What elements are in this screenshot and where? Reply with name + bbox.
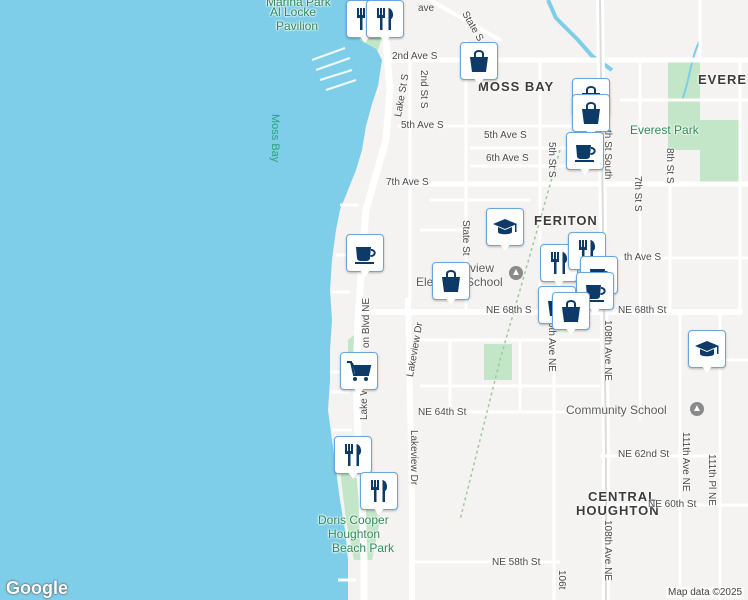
park-label: Houghton xyxy=(328,527,381,541)
street-label: Lakeview Dr xyxy=(408,430,419,486)
map-pin[interactable] xyxy=(566,132,604,178)
street-label: State St xyxy=(460,220,471,256)
street-label: 5th Ave S xyxy=(484,130,527,141)
map-attribution[interactable]: Map data ©2025 xyxy=(666,587,745,598)
restaurant-icon xyxy=(334,436,372,474)
restaurant-icon xyxy=(366,0,404,38)
area-label: EVERES xyxy=(698,72,748,87)
pin-tail xyxy=(565,327,577,335)
pin-tail xyxy=(373,507,385,515)
google-logo[interactable]: Google xyxy=(6,578,68,599)
street-label: NE 68th S xyxy=(486,305,532,316)
school-label: Community School xyxy=(566,403,667,417)
street-label: 5th Ave S xyxy=(401,120,444,131)
water-label: Moss Bay xyxy=(269,114,281,163)
map-pin[interactable] xyxy=(346,234,384,280)
pin-tail xyxy=(589,307,601,315)
area-label: CENTRAL xyxy=(588,489,658,504)
map-pin[interactable] xyxy=(460,42,498,88)
street-label: 6th Ave S xyxy=(486,153,529,164)
street-label: 7th St S xyxy=(632,176,643,212)
map-pin[interactable] xyxy=(688,330,726,376)
pin-tail xyxy=(499,243,511,251)
street-label: 108th Ave NE xyxy=(602,520,613,581)
school-marker-icon: ▲ xyxy=(690,402,704,416)
street-label: on Blvd NE xyxy=(361,297,372,348)
street-label: 2nd St S xyxy=(418,70,429,109)
park-label: Beach Park xyxy=(332,541,395,555)
park-label: Everest Park xyxy=(630,123,699,137)
shopping-bag-icon xyxy=(572,94,610,132)
street-label: NE 60th St xyxy=(648,499,697,510)
map-pin[interactable] xyxy=(486,208,524,254)
graduation-cap-icon xyxy=(486,208,524,246)
pin-tail xyxy=(579,167,591,175)
map-canvas[interactable]: Marina Park Al Locke Pavilion Moss Bay M… xyxy=(0,0,748,600)
street-label: 2nd Ave S xyxy=(392,51,438,62)
street-label: NE 68th St xyxy=(618,305,667,316)
street-label: 108th Ave NE xyxy=(602,320,613,381)
shopping-cart-icon xyxy=(340,352,378,390)
school-label: view xyxy=(470,261,495,275)
street-label: 111th Ave NE xyxy=(680,432,691,492)
map-pin[interactable] xyxy=(432,262,470,308)
street-label: NE 58th St xyxy=(492,557,541,568)
map-pin[interactable] xyxy=(360,472,398,518)
pin-tail xyxy=(445,297,457,305)
school-label: School xyxy=(466,275,503,289)
map-pin[interactable] xyxy=(340,352,378,398)
coffee-cup-icon xyxy=(566,132,604,170)
pin-tail xyxy=(473,77,485,85)
street-label: 111th Pl NE xyxy=(706,454,717,506)
street-label: NE 62nd St xyxy=(618,449,670,460)
pin-tail xyxy=(359,269,371,277)
street-label: th Ave S xyxy=(624,252,662,263)
park-label: Al Locke xyxy=(270,5,317,19)
street-label: NE 64th St xyxy=(418,407,467,418)
map-pin[interactable] xyxy=(366,0,404,46)
pin-tail xyxy=(379,35,391,43)
graduation-cap-icon xyxy=(688,330,726,368)
restaurant-icon xyxy=(360,472,398,510)
park-label: Pavilion xyxy=(276,19,319,33)
map-pin[interactable] xyxy=(552,292,590,338)
street-label: 106t xyxy=(556,570,567,590)
shopping-bag-icon xyxy=(460,42,498,80)
pin-tail xyxy=(353,387,365,395)
street-label: 5th St S xyxy=(546,142,557,178)
school-marker-icon: ▲ xyxy=(509,266,523,280)
pin-tail xyxy=(347,471,359,479)
shopping-bag-icon xyxy=(552,292,590,330)
coffee-cup-icon xyxy=(346,234,384,272)
pin-tail xyxy=(701,365,713,373)
street-label: 8th St S xyxy=(664,148,675,184)
street-label: ave xyxy=(418,3,435,14)
area-label: FERITON xyxy=(534,213,598,228)
street-label: 7th Ave S xyxy=(386,177,429,188)
shopping-bag-icon xyxy=(432,262,470,300)
